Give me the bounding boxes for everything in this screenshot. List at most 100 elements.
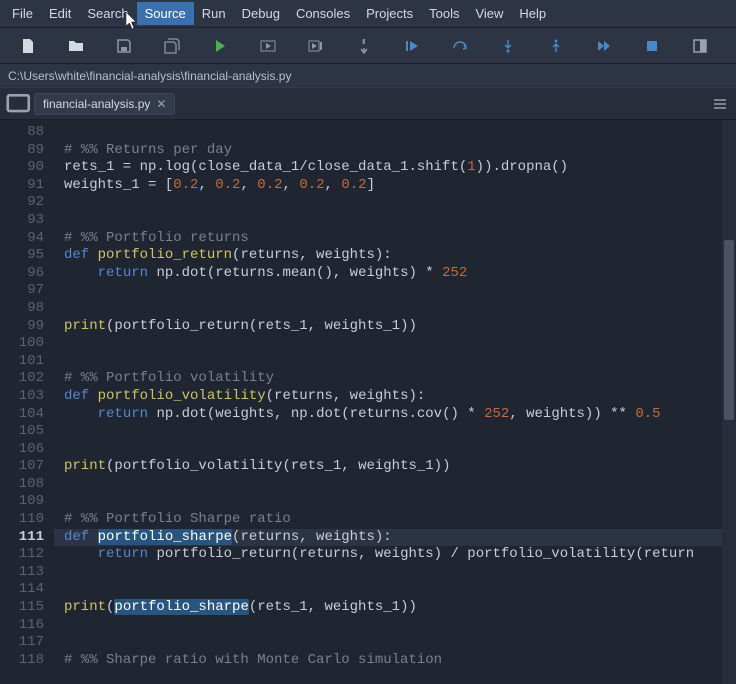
code-line[interactable]: def portfolio_volatility(returns, weight… (64, 388, 736, 406)
code-line[interactable] (64, 564, 736, 582)
code-line[interactable]: # %% Portfolio volatility (64, 370, 736, 388)
line-number: 104 (0, 406, 44, 424)
line-number: 88 (0, 124, 44, 142)
code-line[interactable] (64, 441, 736, 459)
code-line[interactable] (64, 353, 736, 371)
menu-view[interactable]: View (467, 2, 511, 25)
line-number: 117 (0, 634, 44, 652)
code-line[interactable]: # %% Portfolio Sharpe ratio (64, 511, 736, 529)
line-number: 99 (0, 318, 44, 336)
line-number: 107 (0, 458, 44, 476)
code-line[interactable]: # %% Portfolio returns (64, 230, 736, 248)
line-number: 96 (0, 265, 44, 283)
code-editor[interactable]: 8889909192939495969798991001011021031041… (0, 120, 736, 684)
code-line[interactable] (64, 212, 736, 230)
file-path: C:\Users\white\financial-analysis\financ… (8, 69, 291, 83)
open-folder-icon[interactable] (52, 28, 100, 64)
step-into-icon[interactable] (484, 28, 532, 64)
run-cell-icon[interactable] (244, 28, 292, 64)
code-line[interactable]: return np.dot(weights, np.dot(returns.co… (64, 406, 736, 424)
code-line[interactable] (64, 617, 736, 635)
code-line[interactable] (64, 335, 736, 353)
code-line[interactable] (64, 300, 736, 318)
maximize-pane-icon[interactable] (676, 28, 724, 64)
code-line[interactable]: weights_1 = [0.2, 0.2, 0.2, 0.2, 0.2] (64, 177, 736, 195)
line-number: 116 (0, 617, 44, 635)
tab-file[interactable]: financial-analysis.py ✕ (34, 93, 175, 115)
line-number: 98 (0, 300, 44, 318)
code-line[interactable] (64, 476, 736, 494)
line-number: 95 (0, 247, 44, 265)
tab-label: financial-analysis.py (43, 97, 150, 111)
code-line[interactable] (64, 282, 736, 300)
line-number: 97 (0, 282, 44, 300)
code-line[interactable]: rets_1 = np.log(close_data_1/close_data_… (64, 159, 736, 177)
code-line[interactable]: print(portfolio_sharpe(rets_1, weights_1… (64, 599, 736, 617)
line-number: 115 (0, 599, 44, 617)
line-number: 113 (0, 564, 44, 582)
run-icon[interactable] (196, 28, 244, 64)
line-number: 109 (0, 493, 44, 511)
pane-options-icon[interactable] (712, 88, 728, 120)
line-number: 91 (0, 177, 44, 195)
line-number: 92 (0, 194, 44, 212)
menu-tools[interactable]: Tools (421, 2, 467, 25)
code-area[interactable]: # %% Returns per dayrets_1 = np.log(clos… (54, 120, 736, 684)
code-line[interactable]: # %% Sharpe ratio with Monte Carlo simul… (64, 652, 736, 670)
line-number: 90 (0, 159, 44, 177)
code-line[interactable] (64, 634, 736, 652)
code-line[interactable]: def portfolio_sharpe(returns, weights): (54, 529, 736, 547)
browse-tabs-icon[interactable] (6, 88, 34, 120)
debug-continue-icon[interactable] (388, 28, 436, 64)
line-number: 102 (0, 370, 44, 388)
fast-forward-icon[interactable] (580, 28, 628, 64)
new-file-icon[interactable] (4, 28, 52, 64)
line-number: 94 (0, 230, 44, 248)
stop-icon[interactable] (628, 28, 676, 64)
menu-search[interactable]: Search (79, 2, 136, 25)
code-line[interactable] (64, 124, 736, 142)
menu-debug[interactable]: Debug (234, 2, 288, 25)
menu-file[interactable]: File (4, 2, 41, 25)
code-line[interactable] (64, 423, 736, 441)
code-line[interactable] (64, 581, 736, 599)
save-all-icon[interactable] (148, 28, 196, 64)
line-number: 112 (0, 546, 44, 564)
menu-help[interactable]: Help (511, 2, 554, 25)
path-bar: C:\Users\white\financial-analysis\financ… (0, 64, 736, 88)
line-number: 114 (0, 581, 44, 599)
line-number: 118 (0, 652, 44, 670)
line-number: 100 (0, 335, 44, 353)
code-line[interactable]: print(portfolio_return(rets_1, weights_1… (64, 318, 736, 336)
line-number: 105 (0, 423, 44, 441)
code-line[interactable] (64, 194, 736, 212)
menu-source[interactable]: Source (137, 2, 194, 25)
line-number: 111 (0, 529, 44, 547)
code-line[interactable] (64, 493, 736, 511)
menu-edit[interactable]: Edit (41, 2, 79, 25)
line-number: 93 (0, 212, 44, 230)
line-number: 101 (0, 353, 44, 371)
line-number: 106 (0, 441, 44, 459)
code-line[interactable]: return np.dot(returns.mean(), weights) *… (64, 265, 736, 283)
menu-projects[interactable]: Projects (358, 2, 421, 25)
scrollbar-thumb[interactable] (724, 240, 734, 420)
step-out-icon[interactable] (532, 28, 580, 64)
run-cell-advance-icon[interactable] (292, 28, 340, 64)
close-icon[interactable]: ✕ (156, 97, 166, 111)
line-number: 89 (0, 142, 44, 160)
code-line[interactable]: def portfolio_return(returns, weights): (64, 247, 736, 265)
vertical-scrollbar[interactable] (722, 120, 736, 684)
step-over-icon[interactable] (436, 28, 484, 64)
menu-consoles[interactable]: Consoles (288, 2, 358, 25)
code-line[interactable]: print(portfolio_volatility(rets_1, weigh… (64, 458, 736, 476)
save-icon[interactable] (100, 28, 148, 64)
line-number: 108 (0, 476, 44, 494)
code-line[interactable]: return portfolio_return(returns, weights… (64, 546, 736, 564)
toolbar: I (0, 28, 736, 64)
line-number: 110 (0, 511, 44, 529)
run-selection-icon[interactable]: I (340, 28, 388, 64)
menu-run[interactable]: Run (194, 2, 234, 25)
line-number: 103 (0, 388, 44, 406)
code-line[interactable]: # %% Returns per day (64, 142, 736, 160)
